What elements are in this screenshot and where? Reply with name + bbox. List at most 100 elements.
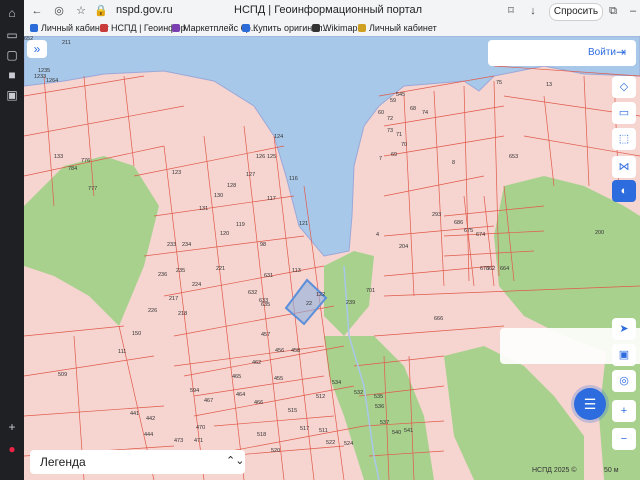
plot-number-label: 69 [391,152,398,158]
plot-number-label: 75 [496,80,503,86]
plot-number-label: 119 [236,222,245,228]
plot-number-label: 594 [190,388,200,394]
video-icon[interactable]: ▣ [5,88,19,102]
ask-button[interactable]: Спросить [549,3,603,21]
extension-icon[interactable]: ⧉ [606,4,620,18]
share-icon: ⋈ [618,161,630,173]
plot-number-label: 74 [422,110,429,116]
zoom-out-button[interactable]: − [612,428,636,450]
plot-number-label: 211 [62,40,71,46]
address-bar[interactable]: nspd.gov.ru [116,4,173,16]
plot-number-label: 239 [346,300,356,306]
bookmark-item[interactable]: Wikimapia [312,23,365,33]
plot-number-label: 235 [176,268,186,274]
plot-number-label: 123 [172,170,182,176]
download-icon[interactable]: ↓ [526,4,540,18]
plot-number-label: 117 [267,196,276,202]
expand-panel-button[interactable]: » [27,40,47,58]
location-icon: ◎ [619,375,629,387]
chat-button[interactable]: ☰ [574,388,606,420]
home-icon[interactable]: ⌂ [5,6,19,20]
minimize-icon[interactable]: – [626,4,640,18]
plot-number-label: 515 [288,408,298,414]
login-panel: Войти ⇥ [488,40,636,66]
plot-number-label: 632 [248,290,258,296]
plot-number-label: 666 [434,316,444,322]
select-button[interactable]: ⬚ [612,128,636,150]
plot-number-label: 218 [178,311,188,317]
location-button[interactable]: ◎ [612,370,636,392]
plot-number-label: 126 [256,154,266,160]
plot-number-label: 122 [316,292,326,298]
plot-number-label: 128 [227,183,237,189]
bookmark-icon [172,24,180,32]
plot-number-label: 524 [344,441,354,447]
plot-number-label: 458 [291,348,301,354]
bookmark-item[interactable]: Личный кабинет [30,23,109,33]
bookmarks-icon[interactable]: ▭ [5,28,19,42]
plot-number-label: 1233 [34,74,47,80]
zoom-in-button[interactable]: + [612,400,636,422]
star-icon[interactable]: ☆ [74,4,88,18]
plot-number-label: 113 [292,268,301,274]
plot-number-label: 535 [374,394,384,400]
plot-number-label: 466 [254,400,264,406]
plot-number-label: 777 [88,186,98,192]
add-icon[interactable]: + [5,420,19,434]
plot-number-label: 473 [174,438,184,444]
plot-number-label: 116 [289,176,298,182]
legend-dropdown[interactable]: Легенда ⌃⌄ [30,450,245,474]
plot-number-label: 234 [182,242,192,248]
plot-number-label: 518 [257,432,267,438]
map-canvas[interactable] [24,36,640,480]
bookmark-icon[interactable]: ⌑ [504,4,518,18]
notes-icon[interactable]: ▢ [5,48,19,62]
chat-icon: ☰ [583,396,597,412]
app-icon[interactable]: ■ [5,68,19,82]
plot-number-label: 131 [199,206,209,212]
plot-number-label: 71 [396,132,403,138]
shield-icon[interactable]: ◎ [52,4,66,18]
plot-number-label: 520 [271,448,281,454]
plot-number-label: 226 [148,308,158,314]
navigate-button[interactable]: ➤ [612,318,636,340]
plot-number-label: 59 [390,98,397,104]
cadastral-map[interactable]: 211 1235 1233 1264 124 126 125 133 776 784 777 123 1… [24,36,640,480]
plot-number-label: 221 [216,266,226,272]
plot-number-label: 784 [68,166,78,172]
share-button[interactable]: ⋈ [612,156,636,178]
plot-number-label: 536 [375,404,385,410]
select-icon: ⬚ [618,133,630,145]
plot-number-label: 204 [399,244,409,250]
gosuslugi-button[interactable]: ◐ [612,180,636,202]
bookmark-icon [30,24,38,32]
gosuslugi-icon: ◐ [620,185,628,197]
plot-number-label: 125 [267,154,277,160]
plot-number-label: 511 [319,428,328,434]
page-title: НСПД | Геоинформационный портал [234,4,423,16]
plot-number-label: 541 [404,428,414,434]
plot-number-label: 457 [261,332,271,338]
plot-number-label: 662 [486,266,496,272]
profile-icon[interactable]: ● [5,442,19,456]
bookmark-item[interactable]: Личный кабинет [358,23,437,33]
plot-number-label: 522 [326,440,336,446]
screen-button[interactable]: ▣ [612,344,636,366]
plot-number-label: 120 [220,231,230,237]
plot-number-label: 509 [58,372,68,378]
login-icon[interactable]: ⇥ [616,45,626,59]
bookmark-icon [100,24,108,32]
screen-icon: ▣ [618,349,630,361]
plot-number-label: 22 [306,301,313,307]
layers-button[interactable]: ◇ [612,76,636,98]
plot-number-label: 233 [167,242,177,248]
plot-number-label: 675 [464,228,474,234]
back-icon[interactable]: ← [30,4,44,18]
browser-toolbar: ← ◎ ☆ 🔒 nspd.gov.ru НСПД | Геоинформацио… [24,0,640,23]
plot-number-label: 150 [132,331,142,337]
ruler-button[interactable]: ▭ [612,102,636,124]
plot-number-label: 8 [452,160,456,166]
plot-number-label: 540 [392,430,402,436]
plot-number-label: 98 [260,242,267,248]
login-link[interactable]: Войти [588,47,616,58]
